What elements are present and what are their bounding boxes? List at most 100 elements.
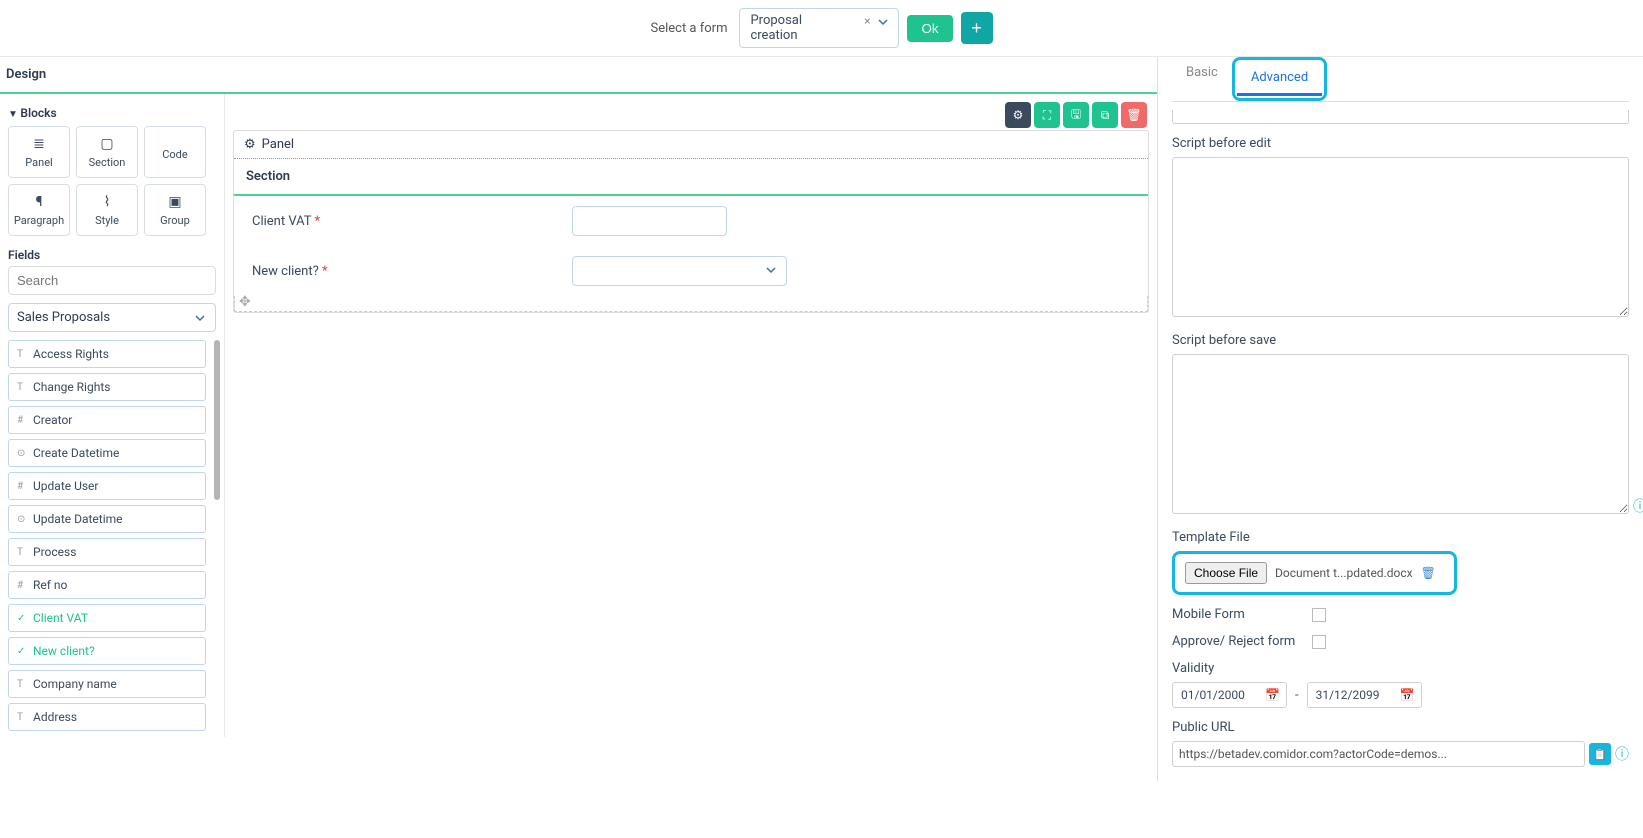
tab-advanced[interactable]: Advanced	[1237, 62, 1322, 96]
form-field-row[interactable]: New client? *	[234, 246, 1148, 296]
template-file-box: Choose File Document t...pdated.docx 🗑	[1172, 551, 1457, 595]
field-type-icon: T	[17, 382, 27, 393]
design-body: Blocks ≣Panel▢SectionCode¶Paragraph⌇Styl…	[0, 94, 1157, 737]
script-before-save-label: Script before save	[1172, 333, 1629, 348]
panel-block[interactable]: ⚙ Panel Section Client VAT *New client? …	[233, 130, 1149, 313]
top-bar: Select a form Proposal creation × Ok +	[0, 0, 1643, 56]
field-item[interactable]: TAddress	[8, 703, 206, 731]
panel-header: ⚙ Panel	[234, 131, 1148, 159]
field-item[interactable]: #Ref no	[8, 571, 206, 599]
search-input[interactable]	[8, 266, 216, 295]
block-tile-style[interactable]: ⌇ Style	[76, 184, 138, 236]
field-item[interactable]: T Process	[8, 538, 206, 566]
field-item-label: Update User	[33, 479, 98, 493]
panel-label: Panel	[262, 137, 294, 152]
info-icon[interactable]: ⓘ	[1615, 744, 1629, 764]
chevron-down-icon[interactable]	[878, 16, 888, 31]
block-tile-label: Style	[95, 214, 119, 227]
block-tile-label: Group	[160, 214, 190, 227]
field-item-label: Change Rights	[33, 380, 110, 394]
date-to-input[interactable]: 31/12/2099 📅	[1307, 682, 1422, 708]
required-icon: *	[315, 214, 321, 229]
field-item-label: Ref no	[33, 578, 67, 592]
approve-reject-row: Approve/ Reject form	[1172, 634, 1629, 649]
textarea-remnant[interactable]	[1172, 110, 1629, 124]
field-item[interactable]: ✓New client?	[8, 637, 206, 665]
field-item[interactable]: ✓Client VAT	[8, 604, 206, 632]
block-tile-panel[interactable]: ≣Panel	[8, 126, 70, 178]
approve-reject-checkbox[interactable]	[1312, 635, 1326, 649]
field-item[interactable]: TAccess Rights	[8, 340, 206, 368]
dropdown-input[interactable]	[572, 256, 787, 286]
block-tile-group[interactable]: ▣ Group	[144, 184, 206, 236]
block-tile-section[interactable]: ▢Section	[76, 126, 138, 178]
right-panel: Basic Advanced Script before edit Script…	[1158, 57, 1643, 781]
field-item[interactable]: T Change Rights	[8, 373, 206, 401]
field-type-icon: T	[17, 349, 27, 360]
date-from-input[interactable]: 01/01/2000 📅	[1172, 682, 1287, 708]
approve-reject-label: Approve/ Reject form	[1172, 634, 1302, 649]
delete-button[interactable]: 🗑	[1121, 102, 1147, 128]
field-item-label: Process	[33, 545, 76, 559]
block-tile-code[interactable]: Code	[144, 126, 206, 178]
blocks-title[interactable]: Blocks	[8, 100, 216, 126]
date-separator: -	[1295, 688, 1299, 703]
chevron-down-icon	[195, 312, 205, 327]
canvas-rows: Client VAT *New client? *	[234, 196, 1148, 296]
text-input[interactable]	[572, 206, 727, 236]
save-button[interactable]: 🖫	[1063, 102, 1089, 128]
field-type-icon: ⊙	[17, 514, 27, 525]
public-url-label: Public URL	[1172, 720, 1629, 735]
add-form-button[interactable]: +	[961, 12, 993, 44]
field-item[interactable]: #Update User	[8, 472, 206, 500]
form-field-row[interactable]: Client VAT *	[234, 196, 1148, 246]
highlight-advanced-tab: Advanced	[1232, 57, 1327, 101]
form-select[interactable]: Proposal creation ×	[739, 8, 899, 48]
field-type-icon: ✓	[17, 613, 27, 624]
fullscreen-button[interactable]: ⛶	[1034, 102, 1060, 128]
style-icon: ⌇	[104, 194, 111, 210]
settings-button[interactable]: ⚙	[1005, 102, 1031, 128]
field-item[interactable]: ⊙Create Datetime	[8, 439, 206, 467]
choose-file-button[interactable]: Choose File	[1185, 562, 1267, 584]
canvas-actions: ⚙ ⛶ 🖫 ⧉ 🗑	[1005, 102, 1147, 128]
public-url-row: https://betadev.comidor.com?actorCode=de…	[1172, 741, 1629, 767]
field-item-label: Company name	[33, 677, 117, 691]
copy-button[interactable]: ⧉	[1092, 102, 1118, 128]
field-item[interactable]: TCompany name	[8, 670, 206, 698]
copy-url-button[interactable]: 📋	[1589, 743, 1611, 765]
required-icon: *	[322, 264, 328, 279]
section-header[interactable]: Section	[234, 159, 1148, 196]
info-icon[interactable]: ⓘ	[1633, 496, 1643, 516]
public-url-input[interactable]: https://betadev.comidor.com?actorCode=de…	[1172, 741, 1585, 767]
calendar-icon[interactable]: 📅	[1265, 688, 1280, 702]
validity-dates: 01/01/2000 📅 - 31/12/2099 📅	[1172, 682, 1629, 708]
tab-basic[interactable]: Basic	[1172, 57, 1232, 101]
field-item-label: Creator	[33, 413, 72, 427]
main: Design Blocks ≣Panel▢SectionCode¶Paragra…	[0, 56, 1643, 781]
group-icon: ▣	[168, 194, 181, 210]
field-group-select[interactable]: Sales Proposals	[8, 303, 216, 332]
square-icon: ▢	[100, 136, 113, 152]
pilcrow-icon: ¶	[36, 194, 43, 210]
date-from-value: 01/01/2000	[1181, 688, 1245, 702]
ok-button[interactable]: Ok	[907, 15, 952, 42]
calendar-icon[interactable]: 📅	[1400, 688, 1415, 702]
script-before-edit-input[interactable]	[1172, 157, 1629, 317]
design-column: Design Blocks ≣Panel▢SectionCode¶Paragra…	[0, 57, 1158, 781]
form-select-value: Proposal creation	[750, 13, 802, 43]
field-item[interactable]: ⊙Update Datetime	[8, 505, 206, 533]
move-icon[interactable]: ✥	[239, 294, 251, 310]
delete-file-icon[interactable]: 🗑	[1421, 566, 1436, 580]
script-before-save-input[interactable]	[1172, 354, 1629, 514]
field-type-icon: #	[17, 415, 27, 426]
drop-zone[interactable]: ✥	[234, 296, 1148, 312]
clear-icon[interactable]: ×	[864, 14, 870, 28]
field-type-icon: T	[17, 547, 27, 558]
field-item[interactable]: # Creator	[8, 406, 206, 434]
canvas: ⚙ ⛶ 🖫 ⧉ 🗑 ⚙ Panel Section Client VAT *Ne…	[225, 94, 1157, 737]
mobile-form-checkbox[interactable]	[1312, 608, 1326, 622]
block-tile-paragraph[interactable]: ¶Paragraph	[8, 184, 70, 236]
scrollbar[interactable]	[214, 340, 220, 500]
select-form-label: Select a form	[650, 21, 727, 36]
